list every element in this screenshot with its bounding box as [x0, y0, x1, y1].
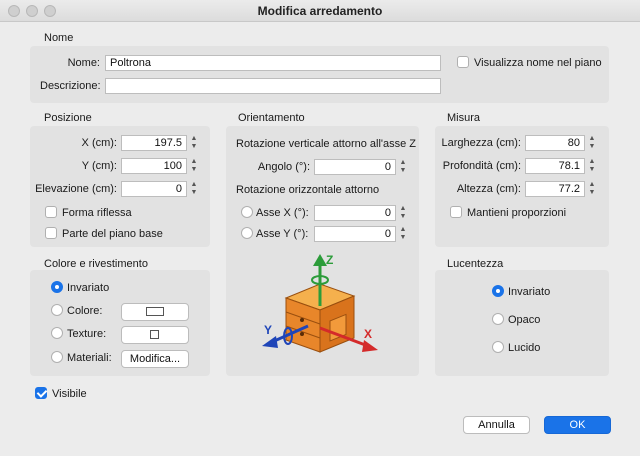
angle-label: Angolo (°): [257, 161, 310, 173]
shiny-radio[interactable] [492, 341, 504, 353]
shininess-unchanged-label: Invariato [508, 286, 551, 298]
axis-z-letter: Z [326, 253, 333, 267]
materials-label: Materiali: [67, 352, 112, 364]
shiny-label: Lucido [508, 342, 541, 354]
axis-x-radio[interactable] [241, 206, 253, 218]
height-input[interactable]: 77.2 [525, 181, 585, 197]
keep-proportions-checkbox[interactable] [450, 206, 462, 218]
position-section-label: Posizione [44, 112, 92, 124]
axis-x-label: Asse X (°): [256, 207, 309, 219]
color-radio[interactable] [51, 304, 63, 316]
texture-radio[interactable] [51, 327, 63, 339]
size-section-label: Misura [447, 112, 481, 124]
title-bar: Modifica arredamento [0, 0, 640, 22]
y-stepper[interactable]: ▲ ▼ [189, 158, 199, 174]
visible-label: Visibile [52, 388, 87, 400]
axis-y-stepper[interactable]: ▲ ▼ [398, 226, 408, 242]
cancel-button[interactable]: Annulla [463, 416, 530, 434]
width-stepper[interactable]: ▲ ▼ [587, 135, 597, 151]
horizontal-rotation-label: Rotazione orizzontale attorno [236, 184, 380, 196]
height-label: Altezza (cm): [456, 183, 521, 195]
color-section-label: Colore e rivestimento [44, 258, 148, 270]
description-input[interactable] [105, 78, 441, 94]
depth-input[interactable]: 78.1 [525, 158, 585, 174]
y-input[interactable]: 100 [121, 158, 187, 174]
color-unchanged-label: Invariato [67, 282, 110, 294]
angle-stepper[interactable]: ▲ ▼ [398, 159, 408, 175]
shininess-unchanged-radio[interactable] [492, 285, 504, 297]
matt-label: Opaco [508, 314, 541, 326]
base-plan-label: Parte del piano base [62, 228, 163, 240]
width-input[interactable]: 80 [525, 135, 585, 151]
name-label: Nome: [67, 57, 100, 69]
color-button[interactable] [121, 303, 189, 321]
angle-input[interactable]: 0 [314, 159, 396, 175]
edit-furniture-dialog: Modifica arredamento Nome Nome: Poltrona… [0, 0, 640, 456]
texture-preview-icon [150, 330, 159, 339]
axis-y-input[interactable]: 0 [314, 226, 396, 242]
color-label: Colore: [67, 305, 103, 317]
vertical-rotation-label: Rotazione verticale attorno all'asse Z [236, 138, 417, 150]
texture-button[interactable] [121, 326, 189, 344]
matt-radio[interactable] [492, 313, 504, 325]
ok-button[interactable]: OK [544, 416, 611, 434]
axis-x-input[interactable]: 0 [314, 205, 396, 221]
mirrored-checkbox[interactable] [45, 206, 57, 218]
width-label: Larghezza (cm): [441, 137, 521, 149]
mirrored-label: Forma riflessa [62, 207, 132, 219]
axis-y-label: Asse Y (°): [256, 228, 309, 240]
elevation-stepper[interactable]: ▲ ▼ [189, 181, 199, 197]
texture-label: Texture: [67, 328, 107, 340]
axis-x-letter: X [364, 327, 372, 341]
elevation-input[interactable]: 0 [121, 181, 187, 197]
y-label: Y (cm): [81, 160, 117, 172]
show-name-in-plan-checkbox[interactable] [457, 56, 469, 68]
orientation-preview-icon[interactable]: Z X Y [258, 250, 388, 362]
shininess-section-label: Lucentezza [447, 258, 504, 270]
name-input[interactable]: Poltrona [105, 55, 441, 71]
materials-radio[interactable] [51, 351, 63, 363]
axis-y-letter: Y [264, 323, 272, 337]
visible-checkbox[interactable] [35, 387, 47, 399]
elevation-label: Elevazione (cm): [35, 183, 117, 195]
base-plan-checkbox[interactable] [45, 227, 57, 239]
color-unchanged-radio[interactable] [51, 281, 63, 293]
show-name-label: Visualizza nome nel piano [474, 57, 602, 69]
x-label: X (cm): [81, 137, 117, 149]
name-section-label: Nome [44, 32, 74, 44]
depth-label: Profondità (cm): [442, 160, 521, 172]
orientation-section-label: Orientamento [238, 112, 305, 124]
x-input[interactable]: 197.5 [121, 135, 187, 151]
x-stepper[interactable]: ▲ ▼ [189, 135, 199, 151]
window-title: Modifica arredamento [257, 4, 383, 18]
keep-proportions-label: Mantieni proporzioni [467, 207, 567, 219]
axis-y-radio[interactable] [241, 227, 253, 239]
modify-materials-button[interactable]: Modifica... [121, 350, 189, 368]
color-swatch-icon [146, 307, 164, 316]
description-label: Descrizione: [40, 80, 101, 92]
height-stepper[interactable]: ▲ ▼ [587, 181, 597, 197]
depth-stepper[interactable]: ▲ ▼ [587, 158, 597, 174]
axis-x-stepper[interactable]: ▲ ▼ [398, 205, 408, 221]
